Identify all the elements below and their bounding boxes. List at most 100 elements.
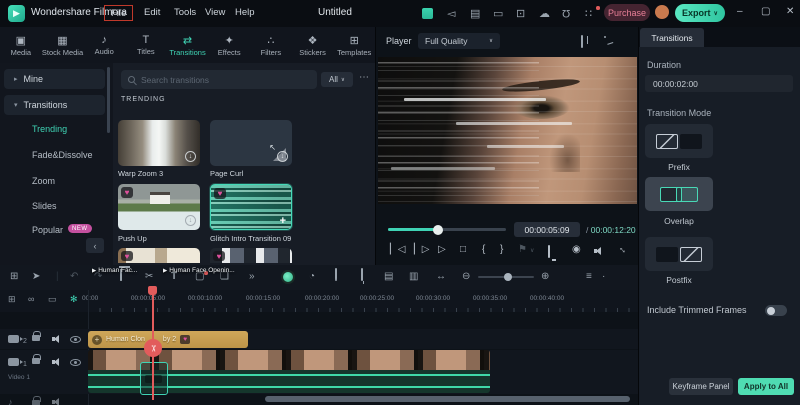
tab-audio[interactable]: ♪Audio: [83, 27, 125, 63]
mode-option-overlap[interactable]: [645, 177, 713, 211]
transition-thumb-warp-zoom-3[interactable]: ↓: [118, 120, 200, 166]
filter-dropdown[interactable]: All ∨: [321, 72, 353, 87]
export-project-icon[interactable]: ▤: [470, 7, 480, 20]
headset-support-icon[interactable]: Ω: [562, 7, 570, 19]
auto-ripple-icon[interactable]: ✻: [70, 294, 78, 305]
voiceover-mic-icon[interactable]: [361, 269, 363, 280]
maximize-button[interactable]: ▢: [761, 6, 770, 17]
tab-filters[interactable]: ∴Filters: [250, 27, 292, 63]
tab-stickers[interactable]: ❖Stickers: [292, 27, 334, 63]
split-scissors-icon[interactable]: ✂: [145, 271, 153, 282]
sidebar-item-slides[interactable]: Slides: [32, 201, 57, 211]
lock-track-icon[interactable]: [32, 331, 40, 343]
fit-timeline-icon[interactable]: ↔: [436, 271, 446, 282]
link-clips-icon[interactable]: ∞: [28, 294, 34, 304]
export-button[interactable]: Export ∨: [675, 4, 725, 22]
apply-to-all-button[interactable]: Apply to All: [738, 378, 794, 395]
tab-titles[interactable]: TTitles: [125, 27, 167, 63]
purchase-button[interactable]: Purchase: [604, 4, 650, 21]
sidebar-item-fade-dissolve[interactable]: Fade&Dissolve: [32, 150, 93, 160]
include-trimmed-frames-toggle[interactable]: [765, 305, 787, 316]
video-preview[interactable]: [378, 57, 637, 204]
minimize-button[interactable]: –: [737, 6, 743, 17]
menu-edit[interactable]: Edit: [138, 5, 166, 21]
sidebar-group-transitions[interactable]: ▾ Transitions: [4, 95, 105, 115]
playhead-handle[interactable]: [148, 286, 157, 295]
tab-transitions[interactable]: ⇄Transitions: [167, 27, 209, 63]
collapse-sidebar-button[interactable]: ‹: [86, 238, 104, 253]
shortcut-keyboard-icon[interactable]: ▭: [493, 7, 503, 20]
select-tool-icon[interactable]: ➤: [32, 271, 40, 282]
chroma-key-icon[interactable]: [281, 270, 295, 284]
split-view-icon[interactable]: [581, 36, 583, 47]
sidebar-group-mine[interactable]: ▸ Mine: [4, 69, 105, 89]
search-input[interactable]: [141, 75, 291, 85]
apps-grid-icon[interactable]: ∷: [585, 7, 592, 20]
keyframe-panel-button[interactable]: Keyframe Panel: [669, 378, 733, 395]
sidebar-item-popular[interactable]: Popular: [32, 225, 63, 235]
marker-button[interactable]: ⚑: [518, 244, 527, 255]
export-device-icon[interactable]: ▥: [409, 271, 418, 282]
hide-track-icon[interactable]: [70, 358, 81, 368]
duration-input[interactable]: [645, 75, 793, 92]
inspector-tab-transitions[interactable]: Transitions: [640, 28, 704, 47]
mode-option-prefix[interactable]: [645, 124, 713, 158]
lock-track-icon[interactable]: [32, 396, 40, 405]
chevron-down-icon[interactable]: ∨: [530, 247, 534, 254]
timeline-zoom-handle[interactable]: [504, 273, 512, 281]
transition-thumb-partial[interactable]: ♥: [210, 248, 292, 263]
quality-dropdown[interactable]: Full Quality ∨: [418, 33, 500, 49]
transition-thumb-partial[interactable]: ♥: [118, 248, 200, 263]
more-options-icon[interactable]: ⋯: [359, 72, 369, 83]
stop-button[interactable]: □: [460, 244, 466, 255]
menu-help[interactable]: Help: [229, 5, 261, 21]
gift-icon[interactable]: [422, 8, 433, 22]
sidebar-scrollbar[interactable]: [107, 67, 110, 133]
hide-track-icon[interactable]: [70, 335, 81, 345]
split-at-playhead-button[interactable]: ✂: [144, 339, 162, 357]
megaphone-icon[interactable]: ◅: [447, 7, 455, 20]
speed-icon[interactable]: ◔: [309, 271, 315, 282]
current-timecode[interactable]: 00:00:05:09: [514, 222, 580, 237]
timeline-ruler[interactable]: 00:00 00:00:05:00 00:00:10:00 00:00:15:0…: [0, 290, 638, 312]
transition-thumb-push-up[interactable]: ♥ ↓: [118, 184, 200, 230]
shield-icon[interactable]: [335, 269, 337, 280]
playback-progress-handle[interactable]: [433, 225, 443, 235]
close-button[interactable]: ✕: [786, 6, 794, 17]
track-manager-icon[interactable]: ≡: [586, 271, 592, 282]
more-tools-icon[interactable]: »: [249, 271, 255, 282]
lock-track-icon[interactable]: [32, 354, 40, 366]
search-bar[interactable]: [121, 70, 317, 89]
sidebar-item-zoom[interactable]: Zoom: [32, 176, 55, 186]
screen-record-icon[interactable]: ▤: [384, 271, 393, 282]
menu-file[interactable]: File: [104, 5, 133, 21]
mark-out-button[interactable]: }: [500, 244, 503, 255]
tab-templates[interactable]: ⊞Templates: [333, 27, 375, 63]
play-button[interactable]: ▷: [438, 244, 446, 255]
preview-on-monitor-button[interactable]: [548, 246, 550, 257]
mark-in-button[interactable]: {: [482, 244, 485, 255]
applied-transition-clip[interactable]: [140, 362, 168, 395]
media-browser-icon[interactable]: ⊞: [10, 271, 18, 282]
next-frame-button[interactable]: ▏▷: [414, 244, 429, 255]
render-preview-icon[interactable]: ▭: [48, 294, 57, 305]
save-icon[interactable]: ⊡: [516, 7, 525, 20]
zoom-out-icon[interactable]: ⊖: [462, 271, 470, 282]
snapshot-button[interactable]: ◉: [572, 244, 581, 255]
sidebar-item-trending[interactable]: Trending: [32, 124, 67, 134]
cloud-icon[interactable]: ☁: [539, 7, 550, 20]
timeline-horizontal-scrollbar[interactable]: [265, 396, 630, 402]
previous-frame-button[interactable]: ▏◁: [390, 244, 405, 255]
zoom-in-icon[interactable]: ⊕: [541, 271, 549, 282]
fullscreen-button[interactable]: ↔: [618, 244, 628, 255]
undo-icon[interactable]: ↶: [70, 271, 78, 282]
title-clip[interactable]: + Human Clon by 2 ♥: [88, 331, 248, 348]
transition-thumb-glitch-intro-09[interactable]: ♥ +: [210, 184, 292, 230]
tab-stock-media[interactable]: ▦Stock Media: [42, 27, 84, 63]
menu-tools[interactable]: Tools: [168, 5, 202, 21]
transition-thumb-page-curl[interactable]: ↖ ↓: [210, 120, 292, 166]
mode-option-postfix[interactable]: [645, 237, 713, 271]
account-avatar[interactable]: [655, 5, 669, 19]
duplicate-track-icon[interactable]: ⊞: [8, 294, 16, 305]
tab-effects[interactable]: ✦Effects: [208, 27, 250, 63]
